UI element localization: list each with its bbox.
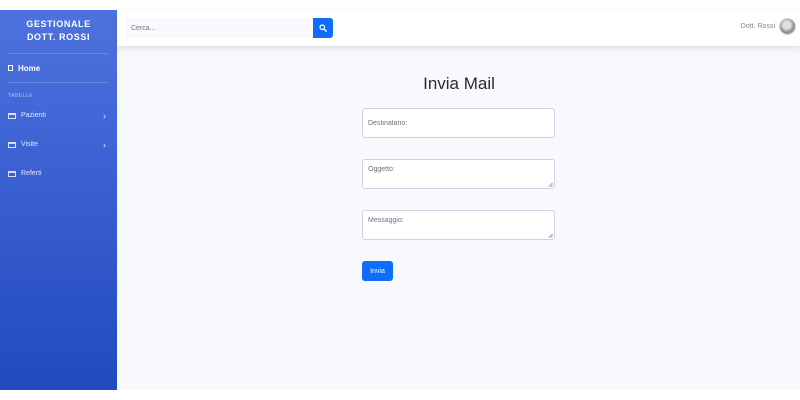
message-field[interactable] <box>362 210 555 240</box>
brand-line-2: DOTT. ROSSI <box>26 32 91 42</box>
calendar-icon <box>8 112 16 119</box>
sidebar-item-label: Pazienti <box>21 112 46 119</box>
avatar <box>779 18 796 35</box>
sidebar-item-visite[interactable]: Visite › <box>0 130 117 159</box>
chevron-right-icon: › <box>103 139 106 150</box>
sidebar: GESTIONALE DOTT. ROSSI Home TABELLE Pazi… <box>0 10 117 390</box>
brand-line-1: GESTIONALE <box>26 19 91 29</box>
chevron-right-icon: › <box>103 110 106 121</box>
sidebar-section-heading: TABELLE <box>8 93 34 99</box>
subject-field[interactable] <box>362 159 555 189</box>
send-button[interactable]: Invia <box>362 261 393 281</box>
sidebar-brand[interactable]: GESTIONALE DOTT. ROSSI <box>0 10 117 48</box>
page-title: Invia Mail <box>423 74 495 93</box>
recipient-field[interactable] <box>362 108 555 138</box>
sidebar-item-pazienti[interactable]: Pazienti › <box>0 101 117 130</box>
sidebar-item-label: Visite <box>21 141 38 148</box>
home-icon <box>8 65 13 71</box>
search-icon <box>319 24 327 32</box>
page-content: Invia Mail Invia <box>117 46 800 390</box>
calendar-icon <box>8 141 16 148</box>
calendar-icon <box>8 170 16 177</box>
user-name: Dott. Rossi <box>740 23 775 30</box>
sidebar-item-label: Referti <box>21 170 42 177</box>
sidebar-divider <box>8 82 109 83</box>
user-menu[interactable]: Dott. Rossi <box>741 18 796 35</box>
sidebar-item-home-label: Home <box>18 63 41 73</box>
resize-grip-icon[interactable] <box>548 233 553 238</box>
resize-grip-icon[interactable] <box>548 182 553 187</box>
search-input[interactable] <box>126 18 313 38</box>
app-shell: GESTIONALE DOTT. ROSSI Home TABELLE Pazi… <box>0 10 800 390</box>
search-button[interactable] <box>313 18 333 38</box>
sidebar-item-referti[interactable]: Referti <box>0 159 117 188</box>
topbar: Dott. Rossi <box>117 10 800 46</box>
search-group <box>126 18 333 38</box>
sidebar-item-home[interactable]: Home <box>0 54 117 82</box>
main-area: Dott. Rossi Invia Mail Invia <box>117 10 800 390</box>
